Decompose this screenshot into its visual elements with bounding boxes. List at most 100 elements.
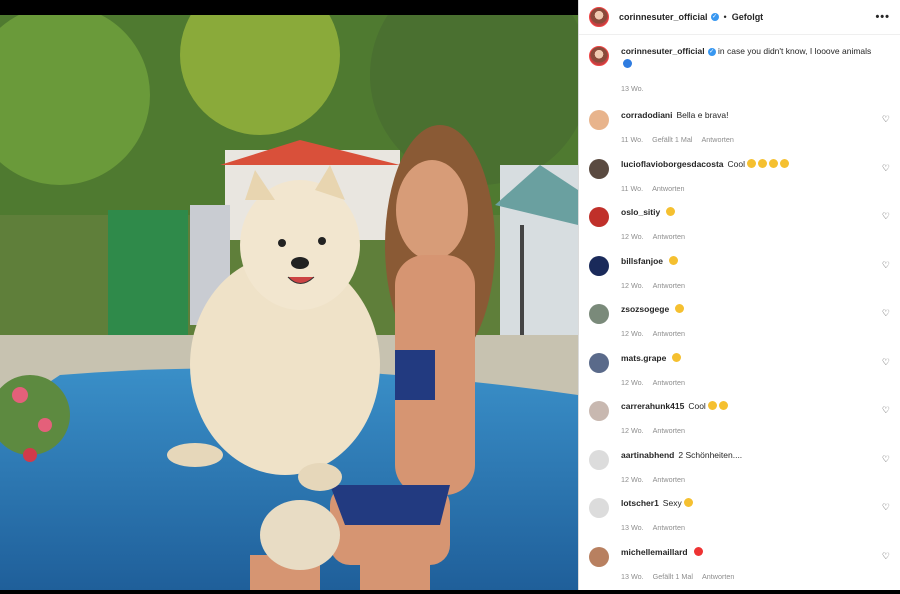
comment-text: Sexy: [663, 498, 682, 508]
comment-time[interactable]: 11 Wo.: [621, 184, 643, 193]
following-button[interactable]: Gefolgt: [732, 12, 764, 22]
commenter-avatar[interactable]: [589, 207, 609, 227]
author-username[interactable]: corinnesuter_official: [619, 12, 708, 22]
clap-emoji-icon: [758, 159, 767, 168]
comment-time[interactable]: 12 Wo.: [621, 281, 644, 290]
sunglasses-emoji-icon: [747, 159, 756, 168]
blue-heart-emoji-icon: [623, 59, 632, 68]
caption-username[interactable]: corinnesuter_official: [621, 46, 705, 56]
commenter-avatar[interactable]: [589, 159, 609, 179]
grinning-emoji-icon: [672, 353, 681, 362]
like-heart-icon[interactable]: ♡: [882, 308, 890, 319]
like-heart-icon[interactable]: ♡: [882, 211, 890, 222]
clap-emoji-icon: [769, 159, 778, 168]
commenter-avatar[interactable]: [589, 256, 609, 276]
comment-username[interactable]: corradodiani: [621, 110, 672, 120]
comments-list: corinnesuter_official✓ in case you didn'…: [579, 35, 900, 594]
like-heart-icon[interactable]: ♡: [882, 357, 890, 368]
comment-text: Cool: [728, 159, 745, 169]
comment-body: billsfanjoe 12 Wo. Antworten: [621, 255, 890, 304]
comment-username[interactable]: carrerahunk415: [621, 401, 684, 411]
comment-item: corradodianiBella e brava!11 Wo.Gefällt …: [589, 109, 890, 158]
like-heart-icon[interactable]: ♡: [882, 454, 890, 465]
like-heart-icon[interactable]: ♡: [882, 502, 890, 513]
comment-body: michellemaillard 13 Wo. Gefällt 1 Mal Antwo…: [621, 546, 890, 594]
comment-item: zsozsogege 12 Wo. Antworten ♡: [589, 303, 890, 352]
like-heart-icon[interactable]: ♡: [882, 163, 890, 174]
comment-meta: 12 Wo. Antworten: [621, 230, 872, 243]
verified-badge-icon: ✓: [711, 13, 719, 21]
comment-body: corradodianiBella e brava!11 Wo.Gefällt …: [621, 109, 890, 158]
comment-body: oslo_sitiy 12 Wo. Antworten: [621, 206, 890, 255]
verified-badge-icon: ✓: [708, 48, 716, 56]
comment-body: carrerahunk415Cool12 Wo.Antworten: [621, 400, 890, 449]
comment-item: aartinabhend2 Schönheiten....12 Wo.Antwo…: [589, 449, 890, 498]
commenter-avatar[interactable]: [589, 498, 609, 518]
comment-username[interactable]: mats.grape: [621, 353, 666, 363]
comment-item: michellemaillard 13 Wo. Gefällt 1 Mal Antwo…: [589, 546, 890, 594]
comment-username[interactable]: oslo_sitiy: [621, 207, 660, 217]
like-heart-icon[interactable]: ♡: [882, 114, 890, 125]
comment-time[interactable]: 11 Wo.: [621, 135, 643, 144]
comment-time[interactable]: 13 Wo.: [621, 572, 644, 581]
comment-item: lotscher1 Sexy 13 Wo. Antworten ♡: [589, 497, 890, 546]
caption-meta: 13 Wo.: [621, 82, 872, 95]
comment-likes[interactable]: Gefällt 1 Mal: [652, 135, 692, 144]
like-heart-icon[interactable]: ♡: [882, 260, 890, 271]
raised-hand-emoji-icon: [669, 256, 678, 265]
comment-time[interactable]: 12 Wo.: [621, 426, 644, 435]
comment-body: lotscher1 Sexy 13 Wo. Antworten: [621, 497, 890, 546]
comment-time[interactable]: 12 Wo.: [621, 232, 644, 241]
caption-avatar[interactable]: [589, 46, 609, 66]
post-header: corinnesuter_official ✓ • Gefolgt •••: [579, 0, 900, 35]
commenter-avatar[interactable]: [589, 547, 609, 567]
comment-meta: 12 Wo. Antworten: [621, 327, 872, 340]
more-options-icon[interactable]: •••: [875, 11, 890, 23]
fire-emoji-icon: [684, 498, 693, 507]
reply-button[interactable]: Antworten: [653, 232, 685, 241]
comment-body: aartinabhend2 Schönheiten....12 Wo.Antwo…: [621, 449, 890, 498]
post-photo[interactable]: [0, 15, 578, 590]
red-heart-emoji-icon: [694, 547, 703, 556]
reply-button[interactable]: Antworten: [653, 475, 685, 484]
comment-username[interactable]: zsozsogege: [621, 304, 669, 314]
reply-button[interactable]: Antworten: [652, 184, 684, 193]
commenter-avatar[interactable]: [589, 450, 609, 470]
reply-button[interactable]: Antworten: [653, 378, 685, 387]
comment-meta: 11 Wo. Gefällt 1 Mal Antworten: [621, 133, 872, 146]
caption-time[interactable]: 13 Wo.: [621, 84, 644, 93]
commenter-avatar[interactable]: [589, 304, 609, 324]
comment-username[interactable]: billsfanjoe: [621, 256, 663, 266]
comment-time[interactable]: 12 Wo.: [621, 329, 644, 338]
comment-time[interactable]: 13 Wo.: [621, 523, 644, 532]
commenter-avatar[interactable]: [589, 110, 609, 130]
reply-button[interactable]: Antworten: [653, 426, 685, 435]
comment-meta: 11 Wo. Antworten: [621, 182, 872, 195]
like-heart-icon[interactable]: ♡: [882, 405, 890, 416]
reply-button[interactable]: Antworten: [701, 135, 733, 144]
comment-time[interactable]: 12 Wo.: [621, 475, 644, 484]
post-image: [0, 15, 578, 590]
commenter-avatar[interactable]: [589, 401, 609, 421]
reply-button[interactable]: Antworten: [653, 329, 685, 338]
caption-body: corinnesuter_official✓ in case you didn'…: [621, 45, 890, 95]
comment-item: lucioflavioborgesdacosta Cool 11 Wo. Antwor…: [589, 158, 890, 207]
comment-username[interactable]: lotscher1: [621, 498, 659, 508]
clap-emoji-icon: [780, 159, 789, 168]
reply-button[interactable]: Antworten: [653, 523, 685, 532]
author-avatar[interactable]: [589, 7, 609, 27]
comment-item: billsfanjoe 12 Wo. Antworten ♡: [589, 255, 890, 304]
comment-meta: 13 Wo. Antworten: [621, 521, 872, 534]
reply-button[interactable]: Antworten: [702, 572, 734, 581]
comment-likes[interactable]: Gefällt 1 Mal: [653, 572, 693, 581]
reply-button[interactable]: Antworten: [653, 281, 685, 290]
comment-username[interactable]: lucioflavioborgesdacosta: [621, 159, 724, 169]
caption-item: corinnesuter_official✓ in case you didn'…: [589, 45, 890, 95]
comment-item: oslo_sitiy 12 Wo. Antworten ♡: [589, 206, 890, 255]
comment-username[interactable]: michellemaillard: [621, 547, 688, 557]
comment-time[interactable]: 12 Wo.: [621, 378, 644, 387]
like-heart-icon[interactable]: ♡: [882, 551, 890, 562]
grinning-emoji-icon: [708, 401, 717, 410]
commenter-avatar[interactable]: [589, 353, 609, 373]
comment-username[interactable]: aartinabhend: [621, 450, 674, 460]
